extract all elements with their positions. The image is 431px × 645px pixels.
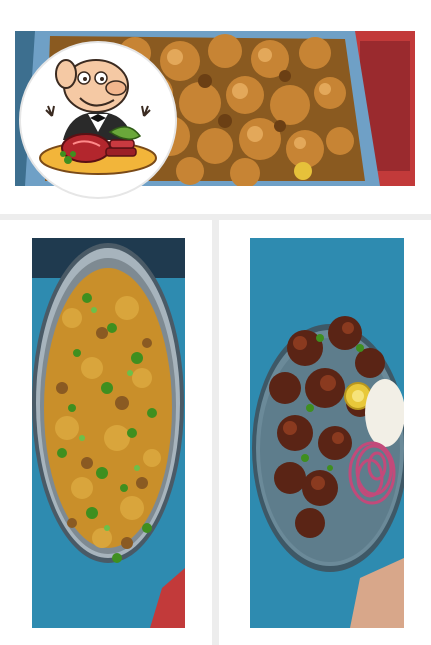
- photo-gallery: [0, 0, 431, 645]
- gallery-card-right[interactable]: [219, 220, 431, 645]
- curry-photo[interactable]: [32, 238, 185, 628]
- gallery-card-left[interactable]: [0, 220, 212, 645]
- chef-with-meat-icon: [18, 40, 178, 200]
- gallery-card-top[interactable]: [0, 0, 431, 214]
- fried-chicken-photo[interactable]: [250, 238, 404, 628]
